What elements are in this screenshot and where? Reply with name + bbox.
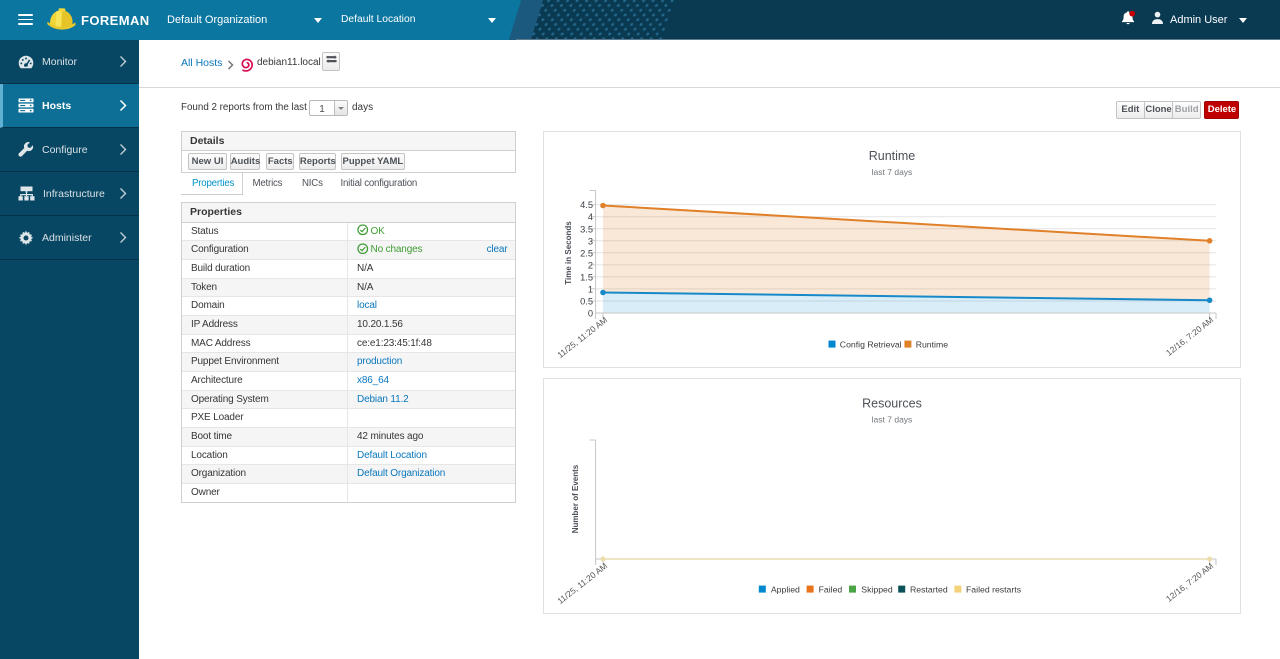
svg-text:3.5: 3.5 [580,224,593,234]
svg-text:last 7 days: last 7 days [872,167,913,177]
svg-text:2: 2 [588,260,593,270]
svg-text:Failed: Failed [819,585,843,595]
svg-text:0.5: 0.5 [580,296,593,306]
svg-text:Number of Events: Number of Events [571,464,580,533]
svg-text:2.5: 2.5 [580,248,593,258]
svg-text:Runtime: Runtime [869,149,916,163]
svg-text:0: 0 [588,308,593,318]
svg-text:11/25, 11:20 AM: 11/25, 11:20 AM [555,314,609,359]
svg-text:Time in Seconds: Time in Seconds [564,220,573,284]
svg-text:Failed restarts: Failed restarts [966,585,1022,595]
svg-text:4: 4 [588,212,593,222]
svg-text:Restarted: Restarted [910,585,948,595]
svg-text:Config Retrieval: Config Retrieval [840,339,902,349]
svg-text:Applied: Applied [771,585,800,595]
svg-text:3: 3 [588,236,593,246]
svg-text:4.5: 4.5 [580,200,593,210]
svg-text:Resources: Resources [862,397,922,411]
svg-text:Runtime: Runtime [916,339,949,349]
svg-text:last 7 days: last 7 days [872,415,913,425]
svg-text:1: 1 [588,284,593,294]
svg-text:11/25, 11:20 AM: 11/25, 11:20 AM [555,561,609,606]
svg-text:1.5: 1.5 [580,272,593,282]
svg-text:Skipped: Skipped [861,585,893,595]
svg-text:12/16, 7:20 AM: 12/16, 7:20 AM [1164,314,1215,357]
svg-text:12/16, 7:20 AM: 12/16, 7:20 AM [1164,561,1215,604]
